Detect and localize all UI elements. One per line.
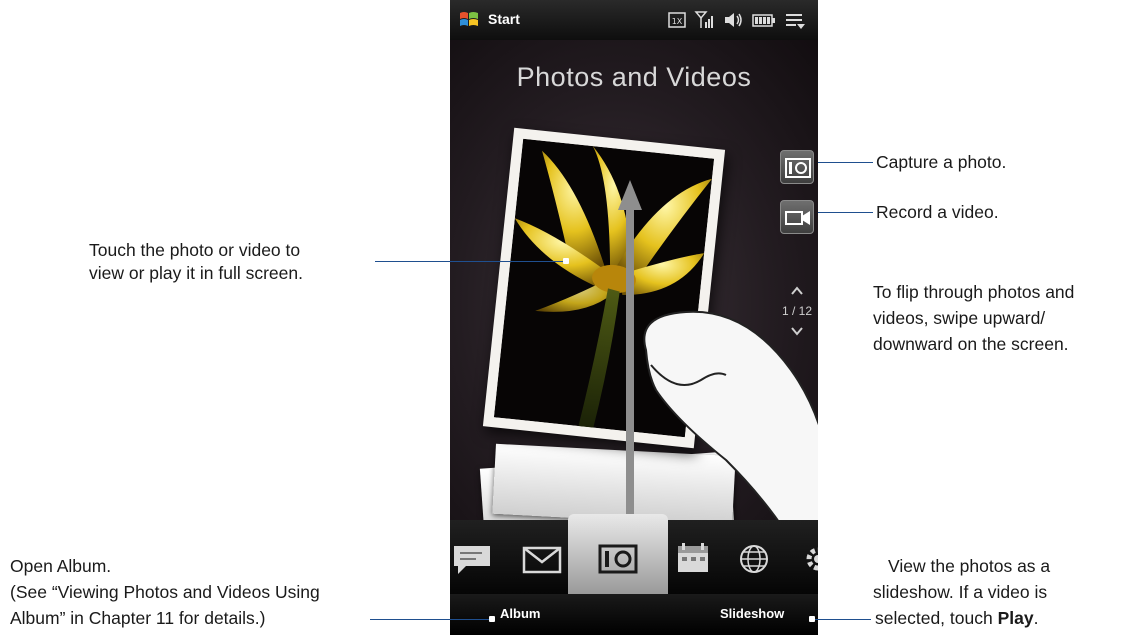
mail-icon — [522, 546, 562, 574]
record-video-button[interactable] — [780, 200, 814, 234]
play-label: Play — [997, 608, 1034, 628]
softkey-bar: Album Slideshow — [450, 594, 818, 635]
status-bar: Start 1X — [450, 0, 818, 40]
callout-record-video: Record a video. — [876, 202, 999, 222]
callout-flip-line2: videos, swipe upward/ — [873, 308, 1046, 328]
internet-icon — [740, 545, 768, 573]
callout-slideshow-line1: View the photos as a — [888, 556, 1051, 576]
callout-dot — [489, 616, 495, 622]
camera-icon — [785, 158, 811, 178]
album-softkey[interactable]: Album — [500, 606, 540, 621]
tab-internet[interactable] — [732, 520, 776, 594]
camera-icon — [598, 544, 638, 574]
tab-mail[interactable] — [520, 520, 564, 594]
callout-dot — [563, 258, 569, 264]
calendar-icon — [678, 543, 708, 572]
chevron-up-icon[interactable] — [778, 280, 816, 300]
callout-line — [375, 261, 565, 262]
tab-photos[interactable] — [568, 514, 668, 594]
callout-album-line2: (See “Viewing Photos and Videos Using — [10, 582, 320, 602]
page-title: Photos and Videos — [516, 62, 752, 92]
photos-videos-screen: Photos and Videos 1 / 12 — [450, 40, 818, 570]
menu-icon[interactable] — [784, 10, 806, 30]
callout-album-line1: Open Album. — [10, 556, 112, 576]
capture-photo-button[interactable] — [780, 150, 814, 184]
callout-line — [370, 619, 492, 620]
callout-line — [818, 162, 873, 163]
slideshow-softkey[interactable]: Slideshow — [720, 606, 784, 621]
signal-strength-icon — [694, 11, 713, 28]
network-1x-icon: 1X — [668, 12, 686, 28]
callout-album-line3: Album” in Chapter 11 for details.) — [10, 608, 266, 628]
callout-line — [818, 212, 873, 213]
callout-flip-line3: downward on the screen. — [873, 334, 1069, 354]
windows-start-icon[interactable] — [458, 9, 480, 31]
callout-slideshow-prefix: selected, touch — [875, 608, 998, 628]
finger-swipe-icon — [643, 310, 818, 540]
battery-icon — [752, 14, 775, 27]
tab-settings[interactable] — [796, 520, 818, 594]
callout-touch-photo-line2: view or play it in full screen. — [89, 263, 303, 283]
volume-icon[interactable] — [722, 10, 744, 30]
tab-messages[interactable] — [450, 520, 494, 594]
callout-capture-photo: Capture a photo. — [876, 152, 1007, 172]
tab-calendar[interactable] — [672, 520, 716, 594]
video-camera-icon — [785, 211, 810, 225]
callout-flip-line1: To flip through photos and — [873, 282, 1075, 302]
messages-icon — [454, 546, 490, 574]
callout-touch-photo-line1: Touch the photo or video to — [89, 240, 301, 260]
callout-slideshow-suffix: . — [1033, 608, 1039, 628]
settings-icon — [806, 547, 818, 571]
phone-screen: Start 1X Photos and Videos 1 / 12 Album … — [450, 0, 818, 635]
callout-line — [815, 619, 871, 620]
callout-slideshow-line2: slideshow. If a video is — [873, 582, 1048, 602]
tab-bar — [450, 514, 818, 594]
svg-text:1X: 1X — [672, 17, 683, 26]
start-label[interactable]: Start — [488, 11, 520, 27]
callout-slideshow-line3: selected, touch Play. — [875, 607, 1038, 629]
